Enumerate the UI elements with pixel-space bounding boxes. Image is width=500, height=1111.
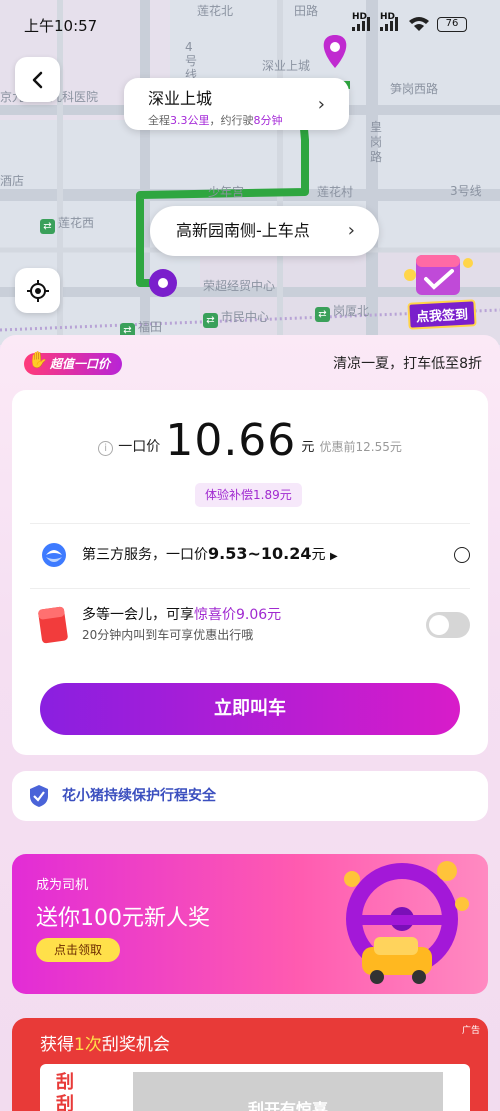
map-label: 深业上城: [262, 59, 311, 73]
price-row: i 一口价 10.66 元 优惠前12.55元: [12, 415, 488, 466]
caret-right-icon: ▶: [329, 551, 338, 562]
locate-button[interactable]: [15, 268, 60, 313]
signin-widget[interactable]: 点我签到: [400, 245, 490, 330]
hand-icon: ✋: [28, 350, 48, 369]
map-label: 3号线: [450, 184, 482, 198]
map-label: 荣超经贸中心: [203, 279, 276, 293]
compensation-tag: 体验补偿1.89元: [195, 483, 302, 507]
steering-wheel-car-icon: [344, 861, 469, 984]
crosshair-icon: [26, 279, 49, 302]
map-label: 皇岗路: [370, 120, 383, 164]
metro-icon: ⇄: [203, 313, 218, 328]
scratch-lottery-ad[interactable]: 获得1次刮奖机会 广告 刮刮 刮开有惊喜: [12, 1018, 488, 1111]
third-party-option[interactable]: 第三方服务，一口价9.53~10.24元 ▶: [40, 535, 470, 575]
divider: [30, 588, 470, 589]
safety-text: 花小猪持续保护行程安全: [62, 788, 216, 804]
wifi-icon: [409, 17, 429, 31]
trip-info: 全程3.3公里，约行驶8分钟: [148, 114, 283, 127]
calendar-gift-icon: [404, 255, 473, 295]
wait-option[interactable]: 多等一会儿，可享惊喜价9.06元 20分钟内叫到车可享优惠出行哦: [36, 600, 470, 655]
wait-toggle[interactable]: [426, 612, 470, 638]
price-value: 10.66: [165, 415, 297, 466]
back-button[interactable]: [15, 57, 60, 102]
claim-button[interactable]: 点击领取: [36, 938, 121, 962]
pickup-name: 高新园南侧-上车点: [176, 221, 310, 240]
scratch-ticket[interactable]: 刮刮 刮开有惊喜: [40, 1064, 470, 1111]
map-label: ⇄ 莲花西: [40, 214, 94, 234]
status-time: 上午10:57: [24, 17, 98, 35]
battery-icon: 76: [437, 17, 467, 32]
destination-name: 深业上城: [148, 89, 213, 108]
shield-icon: [30, 785, 48, 807]
lottery-title: 获得1次刮奖机会: [40, 1035, 170, 1055]
fare-card: i 一口价 10.66 元 优惠前12.55元 体验补偿1.89元 第三方服务，…: [12, 390, 488, 755]
signal-icon: [352, 17, 370, 31]
scratch-cover-text: 刮开有惊喜: [247, 1100, 328, 1111]
wait-title: 多等一会儿，可享惊喜价9.06元: [82, 607, 282, 623]
driver-line1: 成为司机: [36, 878, 89, 893]
destination-card[interactable]: 深业上城 全程3.3公里，约行驶8分钟 ›: [124, 78, 349, 130]
map-label: 笋岗西路: [390, 82, 439, 96]
third-party-logo-icon: [42, 543, 66, 567]
call-car-button[interactable]: 立即叫车: [40, 683, 460, 735]
metro-icon: ⇄: [40, 219, 55, 234]
price-unit: 元: [301, 440, 315, 455]
map-label: 少年宫: [208, 185, 245, 199]
driver-line2: 送你100元新人奖: [36, 906, 210, 931]
map-label: 酒店: [0, 174, 25, 188]
wait-subtitle: 20分钟内叫到车可享优惠出行哦: [82, 628, 254, 642]
chevron-right-icon: ›: [347, 220, 355, 241]
deal-badge: ✋ 超值一口价: [24, 350, 123, 375]
promo-text: 清凉一夏，打车低至8折: [333, 356, 482, 372]
bottom-panel: ✋ 超值一口价 清凉一夏，打车低至8折 i 一口价 10.66 元 优惠前12.5…: [0, 335, 500, 1111]
price-before: 优惠前12.55元: [319, 440, 402, 454]
map-label: 莲花村: [317, 185, 354, 199]
third-party-radio[interactable]: [454, 547, 470, 563]
driver-recruit-banner[interactable]: 成为司机 送你100元新人奖 点击领取: [12, 854, 488, 994]
ad-label: 广告: [461, 1026, 480, 1036]
price-label: 一口价: [118, 439, 161, 455]
divider: [30, 523, 470, 524]
signal-icon: [380, 17, 398, 31]
back-arrow-icon: [32, 71, 42, 88]
red-envelope-icon: [38, 606, 68, 644]
safety-banner[interactable]: 花小猪持续保护行程安全: [12, 771, 488, 821]
third-party-text: 第三方服务，一口价9.53~10.24元 ▶: [82, 544, 338, 563]
pickup-card[interactable]: 高新园南侧-上车点 ›: [150, 206, 379, 256]
scratch-area[interactable]: 刮开有惊喜: [133, 1072, 443, 1111]
info-icon[interactable]: i: [98, 441, 114, 456]
map-label: ⇄ 市民中心: [203, 308, 269, 328]
metro-icon: ⇄: [315, 307, 330, 322]
signin-label: 点我签到: [407, 299, 477, 330]
scratch-left-text: 刮刮: [56, 1072, 74, 1111]
status-bar: 上午10:57 HD HD 76: [0, 0, 500, 50]
chevron-right-icon: ›: [317, 94, 325, 115]
map-label: ⇄ 岗厦北: [315, 302, 369, 322]
